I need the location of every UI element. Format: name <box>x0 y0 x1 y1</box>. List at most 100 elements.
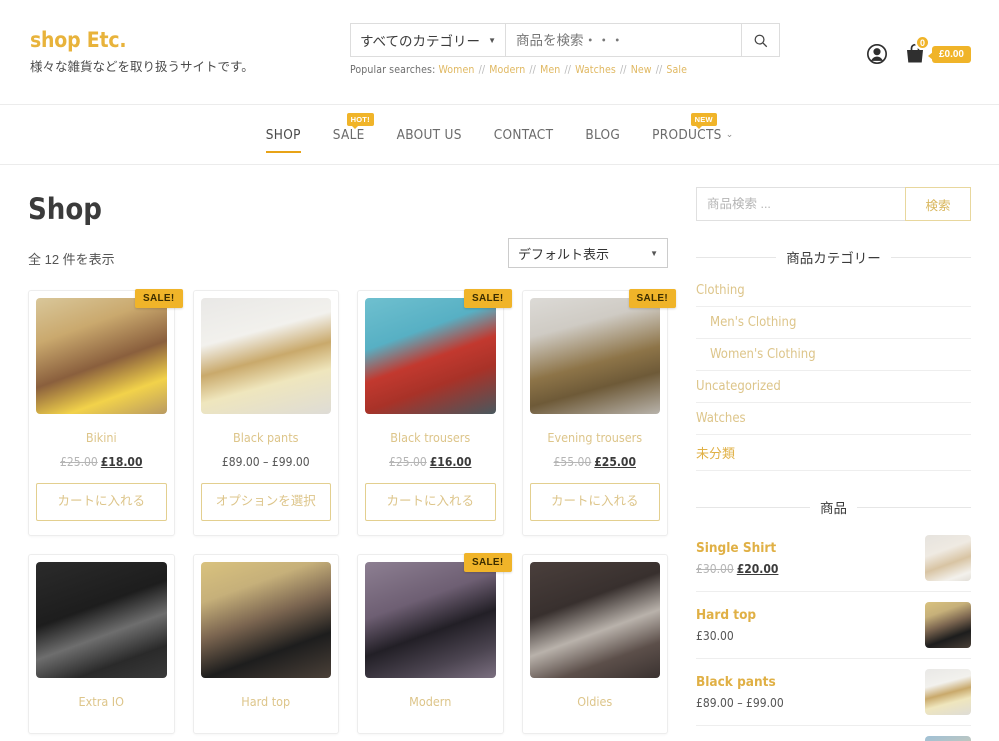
nav-badge-new: NEW <box>690 113 717 129</box>
product-image[interactable] <box>200 561 331 678</box>
product-image[interactable] <box>36 298 167 414</box>
cart-widget[interactable]: 0 £0.00 <box>902 35 971 66</box>
sidebar-search-input[interactable] <box>696 187 905 221</box>
sidebar-product-name[interactable]: Single Shirt <box>696 540 917 558</box>
sidebar-product-thumbnail[interactable] <box>925 736 971 741</box>
category-item[interactable]: 未分類 <box>696 435 971 471</box>
product-price: £89.00 – £99.00 <box>201 455 332 469</box>
sidebar-product-thumbnail[interactable] <box>925 602 971 648</box>
add-to-cart-button[interactable]: カートに入れる <box>365 483 496 521</box>
popular-search-link-men[interactable]: Men <box>540 64 560 76</box>
sidebar-product-name[interactable]: Hard top <box>696 607 917 625</box>
popular-search-separator: // <box>475 64 489 76</box>
header-search-block: すべてのカテゴリー ▼ Popular searches: Women // M… <box>350 0 780 76</box>
products-widget: 商品 Single Shirt £30.00 £20.00 Hard top £30.0… <box>696 497 971 741</box>
nav-item-label: PRODUCTS <box>652 126 722 143</box>
category-select[interactable]: すべてのカテゴリー ▼ <box>351 24 506 56</box>
search-icon <box>754 34 768 47</box>
product-image[interactable] <box>529 298 660 414</box>
product-grid: SALE! Bikini £25.00 £18.00 カートに入れる Black pant… <box>28 289 676 734</box>
nav-item-blog[interactable]: BLOG <box>569 104 636 165</box>
sort-select[interactable]: デフォルト表示 ▼ <box>508 238 668 268</box>
sale-badge: SALE! <box>135 289 183 308</box>
chevron-down-icon: ▼ <box>650 248 658 258</box>
category-item[interactable]: Clothing <box>696 275 971 307</box>
page-content: Shop 全 12 件を表示 デフォルト表示 ▼ SALE! Bikini £25.… <box>0 165 999 741</box>
popular-search-link-new[interactable]: New <box>631 64 652 76</box>
product-card[interactable]: Oldies <box>521 553 668 734</box>
sidebar-price-sale: £20.00 <box>736 562 779 577</box>
product-image[interactable] <box>36 561 167 678</box>
categories-widget-title: 商品カテゴリー <box>696 247 971 267</box>
categories-widget-title-text: 商品カテゴリー <box>786 251 881 266</box>
product-card[interactable]: Hard top <box>192 553 339 734</box>
nav-item-shop[interactable]: SHOP <box>250 104 317 165</box>
nav-badge-hot: HOT! <box>346 113 374 129</box>
sidebar-product-item[interactable]: Black pants £89.00 – £99.00 <box>696 659 971 726</box>
sidebar-product-price: £89.00 – £99.00 <box>696 696 784 711</box>
popular-search-link-modern[interactable]: Modern <box>489 64 525 76</box>
category-select-value: すべてのカテゴリー <box>360 34 481 49</box>
account-icon[interactable] <box>866 43 888 65</box>
sidebar-product-thumbnail[interactable] <box>925 535 971 581</box>
search-input[interactable] <box>506 24 741 56</box>
nav-item-sale[interactable]: HOT! SALE <box>317 104 381 165</box>
nav-item-products[interactable]: NEW PRODUCTS ⌄ <box>636 104 749 165</box>
category-item[interactable]: Uncategorized <box>696 371 971 403</box>
sort-select-value: デフォルト表示 <box>518 246 610 262</box>
product-title[interactable]: Black trousers <box>365 430 496 445</box>
add-to-cart-button[interactable]: オプションを選択 <box>200 483 331 521</box>
category-item[interactable]: Men's Clothing <box>696 307 971 339</box>
popular-search-separator: // <box>561 64 575 76</box>
product-image[interactable] <box>529 561 660 678</box>
product-card[interactable]: Extra IO <box>28 553 175 734</box>
nav-item-label: SALE <box>332 126 365 143</box>
nav-item-label: CONTACT <box>493 126 554 143</box>
nav-item-about-us[interactable]: ABOUT US <box>381 104 478 165</box>
product-image[interactable] <box>365 298 496 414</box>
product-title[interactable]: Oldies <box>530 694 661 709</box>
product-image[interactable] <box>365 561 496 678</box>
product-title[interactable]: Bikini <box>36 430 167 445</box>
main-navigation: SHOP HOT! SALE ABOUT US CONTACT BLOG NEW PRODUC… <box>0 104 999 165</box>
popular-searches-label: Popular searches: <box>350 64 436 76</box>
cart-count-badge: 0 <box>914 35 930 50</box>
popular-search-link-watches[interactable]: Watches <box>575 64 616 76</box>
product-title[interactable]: Extra IO <box>36 694 167 709</box>
product-price: £25.00 £16.00 <box>365 455 496 469</box>
product-card[interactable]: SALE! Evening trousers £55.00 £25.00 カートに入れる <box>521 289 676 536</box>
popular-search-link-sale[interactable]: Sale <box>666 64 687 76</box>
sidebar-product-item[interactable]: Women's dress£20.00 <box>696 726 971 741</box>
product-title[interactable]: Hard top <box>201 694 332 709</box>
popular-search-link-women[interactable]: Women <box>438 64 474 76</box>
chevron-down-icon: ▼ <box>488 35 496 45</box>
sale-badge: SALE! <box>628 289 676 308</box>
product-title[interactable]: Evening trousers <box>530 430 661 445</box>
result-count: 全 12 件を表示 <box>28 252 115 267</box>
product-title[interactable]: Black pants <box>201 430 332 445</box>
sidebar-search-button[interactable]: 検索 <box>905 187 971 221</box>
sidebar-product-item[interactable]: Single Shirt £30.00 £20.00 <box>696 525 971 592</box>
site-logo[interactable]: shop Etc. <box>30 30 350 51</box>
add-to-cart-button[interactable]: カートに入れる <box>529 483 660 521</box>
products-widget-title-text: 商品 <box>820 501 847 516</box>
popular-searches: Popular searches: Women // Modern // Men… <box>350 64 780 76</box>
popular-searches-links: Women // Modern // Men // Watches // New… <box>438 64 687 76</box>
product-card[interactable]: SALE! Black trousers £25.00 £16.00 カートに入れる <box>357 289 512 536</box>
nav-item-contact[interactable]: CONTACT <box>478 104 570 165</box>
product-card[interactable]: Black pants £89.00 – £99.00 オプションを選択 <box>192 290 339 536</box>
category-item[interactable]: Women's Clothing <box>696 339 971 371</box>
nav-item-label: ABOUT US <box>396 126 462 143</box>
category-item[interactable]: Watches <box>696 403 971 435</box>
add-to-cart-button[interactable]: カートに入れる <box>36 483 167 521</box>
category-list: Clothing Men's Clothing Women's Clothing Un… <box>696 275 971 471</box>
product-image[interactable] <box>200 298 331 414</box>
search-bar: すべてのカテゴリー ▼ <box>350 23 780 57</box>
product-card[interactable]: SALE! Modern <box>357 552 512 734</box>
sidebar-product-item[interactable]: Hard top £30.00 <box>696 592 971 659</box>
product-card[interactable]: SALE! Bikini £25.00 £18.00 カートに入れる <box>28 289 183 536</box>
product-title[interactable]: Modern <box>365 694 496 709</box>
sidebar-product-name[interactable]: Black pants <box>696 674 917 692</box>
search-submit-button[interactable] <box>741 24 779 56</box>
sidebar-product-thumbnail[interactable] <box>925 669 971 715</box>
